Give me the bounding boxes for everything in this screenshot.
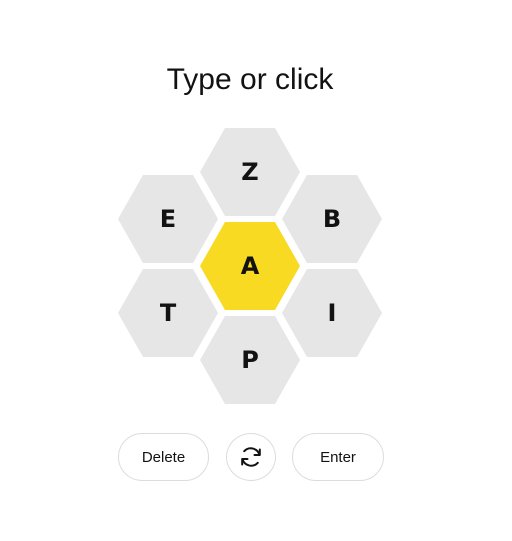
prompt-text: Type or click: [166, 63, 334, 96]
spelling-bee-board: Type or click Z E B A T I P Delete Enter: [0, 0, 512, 541]
shuffle-button[interactable]: [226, 433, 276, 481]
hive-controls: Delete Enter: [0, 433, 512, 483]
hive-cell-bottom[interactable]: P: [200, 316, 300, 404]
shuffle-icon: [241, 447, 261, 467]
enter-button-label: Enter: [320, 448, 356, 466]
hive-letter-bottom: P: [241, 346, 259, 374]
delete-button-label: Delete: [141, 448, 186, 466]
enter-button[interactable]: Enter: [292, 433, 384, 481]
delete-button[interactable]: Delete: [118, 433, 209, 481]
